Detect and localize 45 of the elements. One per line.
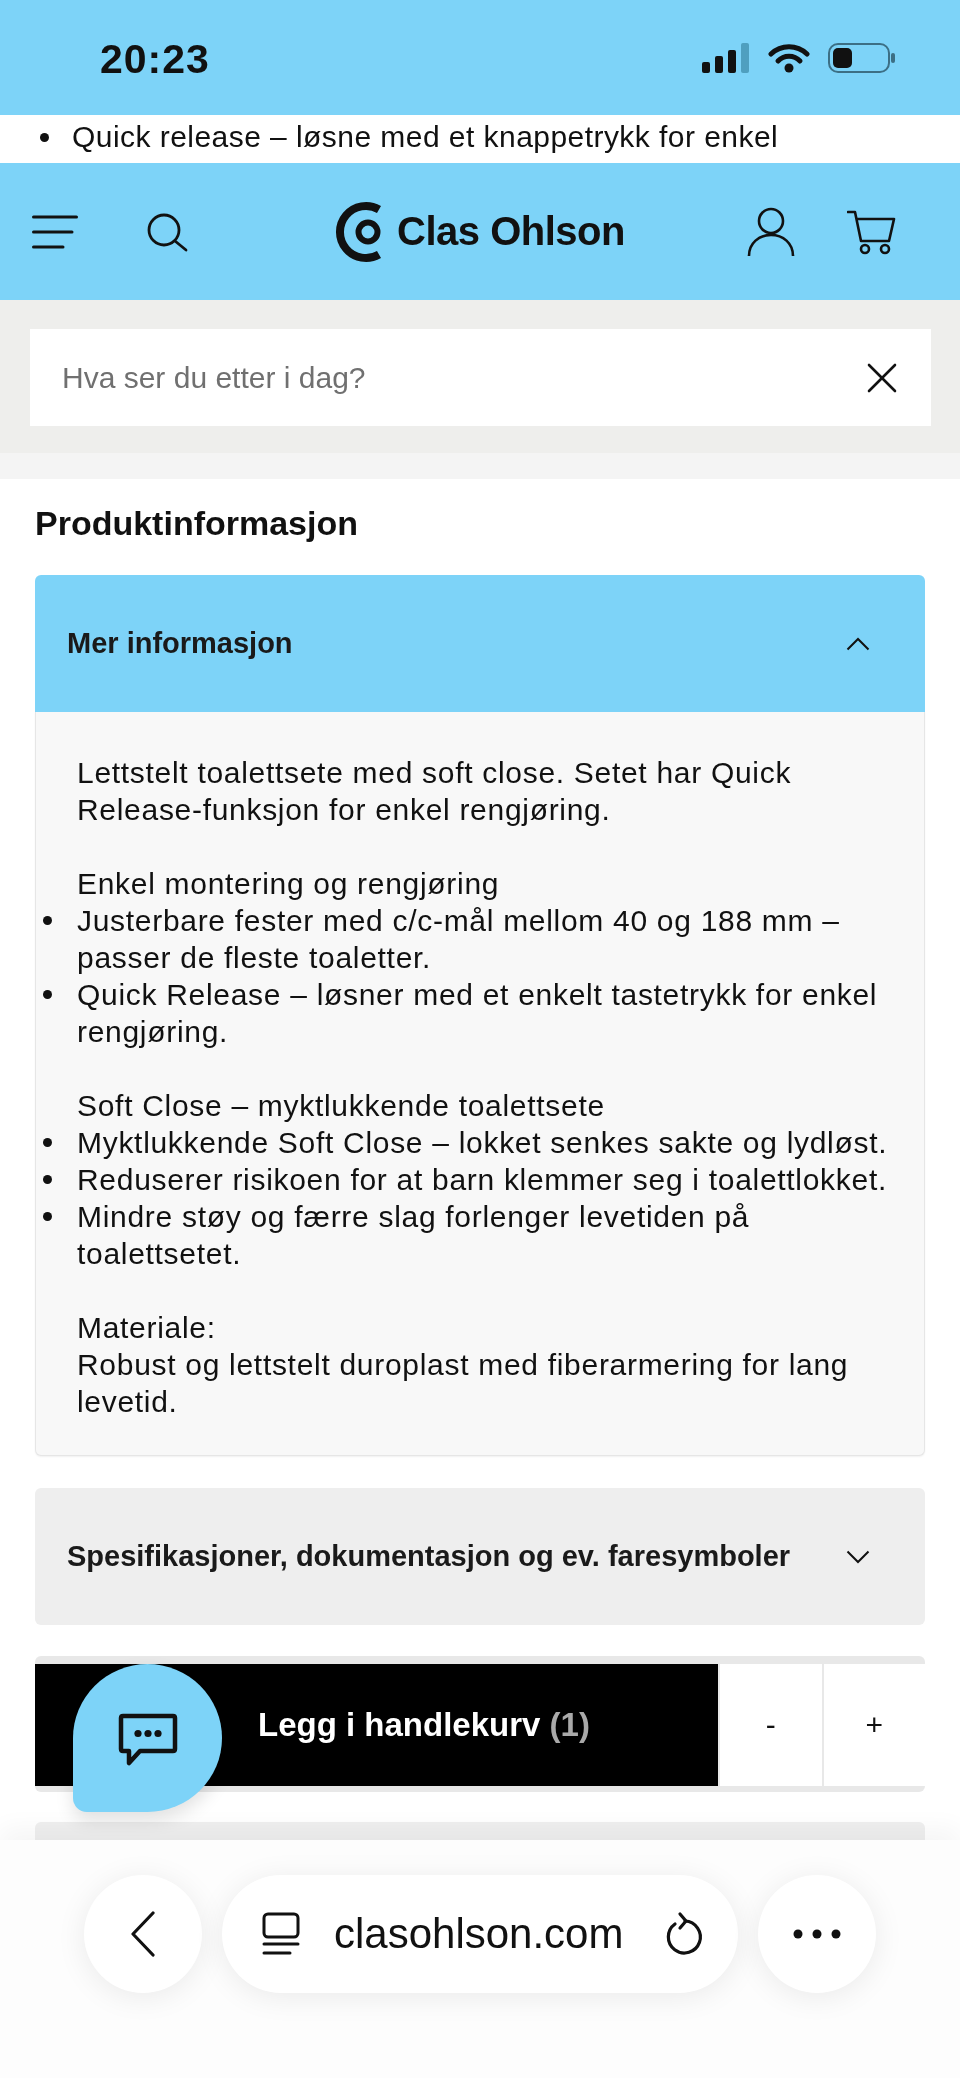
cart-icon[interactable]	[847, 208, 897, 255]
description-text: Lettstelt toalettsete med soft close. Setet har Quick Release-funksjon for enkel rengjøring.	[77, 755, 793, 828]
bullet-icon	[43, 916, 52, 925]
back-icon	[130, 1911, 156, 1957]
logo-text[interactable]: Clas Ohlson	[397, 209, 625, 254]
list-item-text: Myktlukkende Soft Close – lokket senkes sakte og lydløst.	[77, 1125, 889, 1161]
wifi-icon	[768, 42, 810, 73]
increase-button[interactable]: +	[823, 1664, 925, 1786]
signal-icon	[702, 42, 750, 73]
close-icon[interactable]	[867, 362, 897, 393]
bullet-icon	[43, 990, 52, 999]
search-icon[interactable]	[146, 211, 190, 252]
accordion-header[interactable]: Mer informasjon	[35, 575, 925, 712]
list-item-text: Quick Release – løsner med et enkelt tastetrykk for enkel rengjøring.	[77, 977, 879, 1050]
chat-button[interactable]	[73, 1664, 222, 1812]
accordion-header[interactable]: Spesifikasjoner, dokumentasjon og ev. faresymboler	[35, 1488, 925, 1625]
url-text: clasohlson.com	[334, 1910, 625, 1958]
description-text: Enkel montering og rengjøring	[77, 866, 501, 902]
chat-icon	[117, 1713, 178, 1767]
description-text: Robust og lettstelt duroplast med fiberarmering for lang levetid.	[77, 1347, 850, 1420]
status-time: 20:23	[100, 36, 210, 83]
user-icon[interactable]	[747, 206, 795, 257]
decrease-button[interactable]: -	[720, 1664, 822, 1786]
menu-icon[interactable]	[32, 214, 78, 249]
section-title: Produktinformasjon	[35, 505, 360, 541]
bullet-icon	[43, 1212, 52, 1221]
bullet-icon	[40, 132, 49, 142]
chevron-up-icon	[846, 636, 870, 651]
more-icon	[793, 1929, 841, 1939]
list-item-text: Justerbare fester med c/c-mål mellom 40 og 188 mm – passer de fleste toaletter.	[77, 903, 841, 976]
list-item-text: Quick release – løsne med et knappetrykk for enkel	[72, 120, 779, 154]
search-input[interactable]: Hva ser du etter i dag?	[62, 360, 867, 395]
chevron-down-icon	[846, 1549, 870, 1564]
description-text: Materiale:	[77, 1310, 217, 1346]
list-item-text: Reduserer risikoen for at barn klemmer seg i toalettlokket.	[77, 1162, 888, 1198]
battery-icon	[828, 42, 896, 73]
address-bar[interactable]: clasohlson.com	[222, 1875, 738, 1993]
search-field[interactable]: Hva ser du etter i dag?	[30, 329, 931, 426]
list-item-text: Mindre støy og færre slag forlenger levetiden på toalettsetet.	[77, 1199, 751, 1272]
reload-icon[interactable]	[664, 1911, 704, 1957]
add-to-cart-button[interactable]: Legg i handlekurv (1)	[222, 1664, 718, 1786]
bullet-icon	[43, 1138, 52, 1147]
bullet-icon	[43, 1175, 52, 1184]
description-text: Soft Close – myktlukkende toalettsete	[77, 1088, 606, 1124]
page-icon	[262, 1912, 300, 1956]
